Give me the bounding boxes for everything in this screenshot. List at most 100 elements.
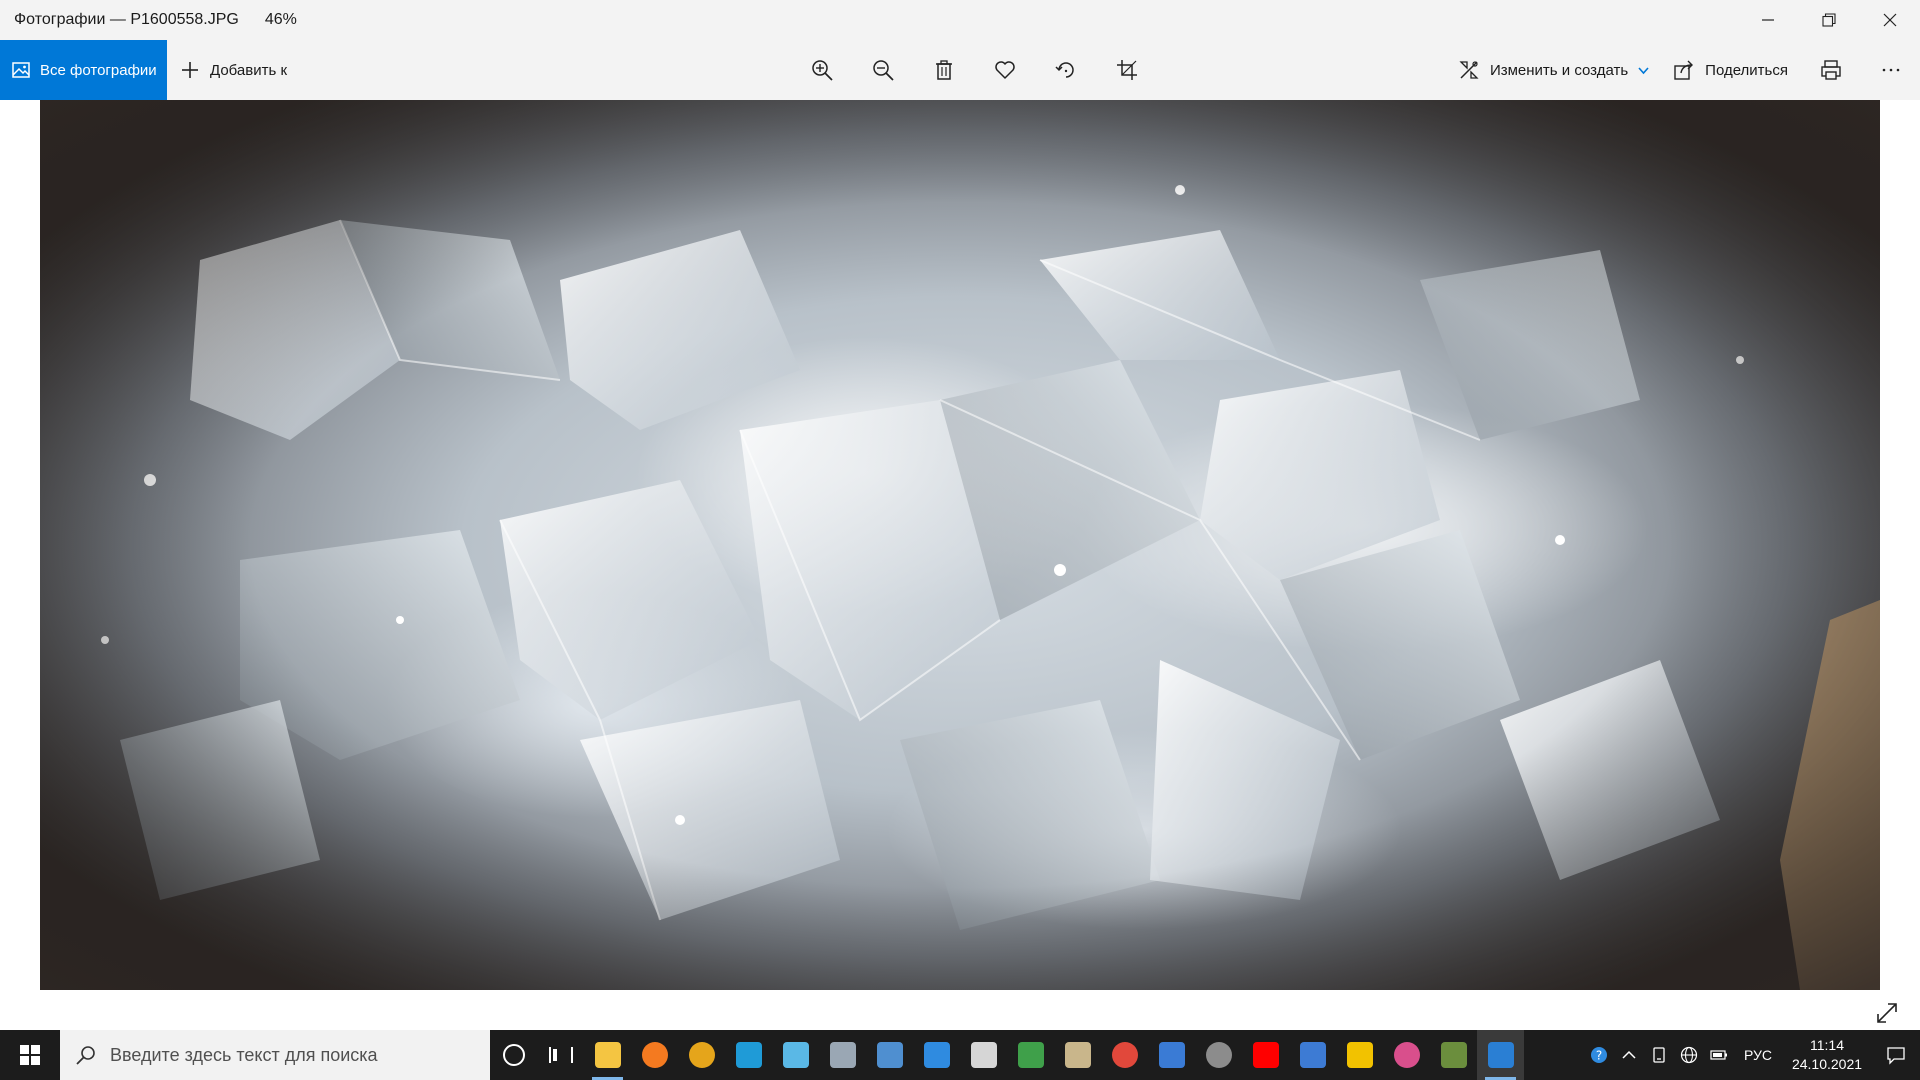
search-icon bbox=[76, 1046, 95, 1065]
taskbar-app-app-scissors[interactable] bbox=[1289, 1030, 1336, 1080]
taskbar-app-app-cyan[interactable] bbox=[772, 1030, 819, 1080]
rotate-icon bbox=[1054, 62, 1074, 78]
notification-icon bbox=[1887, 1047, 1905, 1065]
more-icon bbox=[1882, 68, 1900, 72]
app-palette-icon bbox=[1064, 1042, 1091, 1068]
app-cyan-icon bbox=[782, 1042, 809, 1068]
file-explorer-icon bbox=[594, 1042, 621, 1068]
app-green-box-icon bbox=[1017, 1042, 1044, 1068]
system-tray: ? РУС 11:14 24.10.2021 bbox=[1584, 1030, 1920, 1080]
delete-button[interactable] bbox=[913, 40, 974, 100]
taskbar-app-task-view[interactable] bbox=[537, 1030, 584, 1080]
taskbar-app-app-paint[interactable] bbox=[960, 1030, 1007, 1080]
print-button[interactable] bbox=[1800, 40, 1862, 100]
all-photos-label: Все фотографии bbox=[40, 61, 157, 79]
device-button[interactable] bbox=[1644, 1030, 1674, 1080]
title-bar: Фотографии — P1600558.JPG 46% bbox=[0, 0, 1920, 40]
taskbar-app-edge[interactable] bbox=[725, 1030, 772, 1080]
edge-icon bbox=[735, 1042, 762, 1068]
notifications-button[interactable] bbox=[1872, 1030, 1920, 1080]
taskbar-app-youtube[interactable] bbox=[1242, 1030, 1289, 1080]
app-drop-icon bbox=[1393, 1042, 1420, 1068]
zoom-in-icon bbox=[811, 60, 833, 81]
app-turtle-icon bbox=[1440, 1042, 1467, 1068]
network-button[interactable] bbox=[1674, 1030, 1704, 1080]
windows-logo-icon bbox=[20, 1045, 40, 1065]
chevron-down-icon bbox=[1638, 66, 1649, 74]
svg-text:?: ? bbox=[1596, 1049, 1602, 1063]
app-orange-icon bbox=[641, 1042, 668, 1068]
toolbar: Все фотографии Добавить к Изменить и соз… bbox=[0, 40, 1920, 100]
photos-icon bbox=[12, 62, 30, 78]
language-indicator[interactable]: РУС bbox=[1734, 1047, 1782, 1063]
favorite-button[interactable] bbox=[974, 40, 1035, 100]
window-title: Фотографии — P1600558.JPG bbox=[14, 11, 239, 28]
fullscreen-button[interactable] bbox=[1872, 998, 1902, 1028]
clock-date: 24.10.2021 bbox=[1791, 1056, 1863, 1072]
search-placeholder: Введите здесь текст для поиска bbox=[110, 1044, 378, 1065]
device-icon bbox=[1653, 1047, 1665, 1063]
taskbar-app-app-palette[interactable] bbox=[1054, 1030, 1101, 1080]
globe-icon bbox=[1680, 1046, 1698, 1064]
close-button[interactable] bbox=[1859, 0, 1920, 40]
rotate-button[interactable] bbox=[1035, 40, 1096, 100]
taskbar-app-cortana[interactable] bbox=[490, 1030, 537, 1080]
cortana-icon bbox=[502, 1044, 525, 1066]
taskbar-app-app-turtle[interactable] bbox=[1430, 1030, 1477, 1080]
taskbar-app-internet-explorer[interactable] bbox=[913, 1030, 960, 1080]
chrome-icon bbox=[1111, 1042, 1138, 1068]
more-button[interactable] bbox=[1862, 40, 1920, 100]
delete-icon bbox=[935, 60, 952, 80]
zoom-level: 46% bbox=[264, 11, 297, 28]
help-button[interactable]: ? bbox=[1584, 1030, 1614, 1080]
battery-button[interactable] bbox=[1704, 1030, 1734, 1080]
photo-image[interactable] bbox=[40, 100, 1880, 990]
taskbar-app-app-orange[interactable] bbox=[631, 1030, 678, 1080]
app-film-icon bbox=[1158, 1042, 1185, 1068]
taskbar-app-app-chart[interactable] bbox=[819, 1030, 866, 1080]
taskbar-app-app-camera[interactable] bbox=[1195, 1030, 1242, 1080]
taskbar-app-app-drop[interactable] bbox=[1383, 1030, 1430, 1080]
minimize-icon bbox=[1761, 19, 1774, 21]
task-view-icon bbox=[548, 1047, 573, 1063]
clock-time: 11:14 bbox=[1810, 1037, 1844, 1053]
restore-button[interactable] bbox=[1798, 0, 1859, 40]
taskbar-app-app-browser-gold[interactable] bbox=[678, 1030, 725, 1080]
close-icon bbox=[1883, 13, 1896, 27]
zoom-in-button[interactable] bbox=[791, 40, 852, 100]
edit-create-button[interactable]: Изменить и создать bbox=[1446, 40, 1661, 100]
taskbar-app-app-warning[interactable] bbox=[1336, 1030, 1383, 1080]
clock[interactable]: 11:14 24.10.2021 bbox=[1782, 1036, 1872, 1074]
edit-create-label: Изменить и создать bbox=[1489, 61, 1629, 79]
taskbar-app-app-green-box[interactable] bbox=[1007, 1030, 1054, 1080]
taskbar-app-file-explorer[interactable] bbox=[584, 1030, 631, 1080]
youtube-icon bbox=[1252, 1042, 1279, 1068]
all-photos-button[interactable]: Все фотографии bbox=[0, 40, 167, 100]
add-to-button[interactable]: Добавить к bbox=[180, 40, 287, 100]
taskbar-app-app-film[interactable] bbox=[1148, 1030, 1195, 1080]
taskbar-search[interactable]: Введите здесь текст для поиска bbox=[60, 1030, 490, 1080]
taskbar-app-photos[interactable] bbox=[1477, 1030, 1524, 1080]
right-tools: Изменить и создать Поделиться bbox=[1446, 40, 1920, 100]
edit-create-icon bbox=[1459, 61, 1479, 79]
minimize-button[interactable] bbox=[1737, 0, 1798, 40]
zoom-out-button[interactable] bbox=[852, 40, 913, 100]
plus-icon bbox=[182, 62, 198, 78]
crop-icon bbox=[1116, 60, 1137, 80]
photo-viewer[interactable] bbox=[0, 100, 1920, 1030]
taskbar: Введите здесь текст для поиска ? РУС 11:… bbox=[0, 1030, 1920, 1080]
photos-icon bbox=[1487, 1042, 1514, 1068]
taskbar-app-app-image-blue[interactable] bbox=[866, 1030, 913, 1080]
share-button[interactable]: Поделиться bbox=[1661, 40, 1800, 100]
taskbar-app-chrome[interactable] bbox=[1101, 1030, 1148, 1080]
app-paint-icon bbox=[970, 1042, 997, 1068]
crop-button[interactable] bbox=[1096, 40, 1157, 100]
app-camera-icon bbox=[1205, 1042, 1232, 1068]
image-tools bbox=[791, 40, 1157, 100]
window-controls bbox=[1737, 0, 1920, 40]
start-button[interactable] bbox=[0, 1030, 60, 1080]
add-to-label: Добавить к bbox=[210, 61, 288, 79]
restore-icon bbox=[1821, 13, 1836, 27]
app-warning-icon bbox=[1346, 1042, 1373, 1068]
show-hidden-icons-button[interactable] bbox=[1614, 1030, 1644, 1080]
